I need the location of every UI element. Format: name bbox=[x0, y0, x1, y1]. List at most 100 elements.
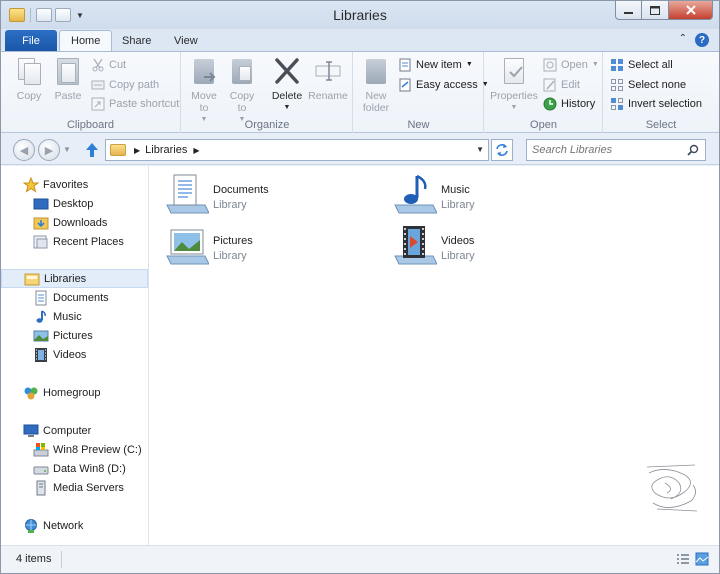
search-box[interactable] bbox=[526, 139, 706, 161]
details-view-icon[interactable] bbox=[676, 552, 690, 566]
delete-dropdown-icon: ▼ bbox=[283, 104, 291, 111]
cut-button[interactable]: Cut bbox=[91, 56, 126, 73]
recent-places-icon bbox=[33, 234, 49, 250]
edit-button[interactable]: Edit bbox=[543, 76, 580, 93]
paste-shortcut-button[interactable]: Paste shortcut bbox=[91, 95, 179, 112]
invert-selection-icon bbox=[610, 97, 624, 111]
nav-drive-c-label: Win8 Preview (C:) bbox=[53, 443, 142, 456]
help-icon[interactable]: ? bbox=[695, 33, 709, 47]
rename-button[interactable]: Rename bbox=[308, 56, 348, 102]
library-type: Library bbox=[441, 199, 475, 211]
open-button[interactable]: Open ▼ bbox=[543, 56, 599, 73]
item-count: 4 items bbox=[16, 553, 52, 565]
delete-button[interactable]: Delete ▼ bbox=[268, 56, 306, 114]
address-bar[interactable]: ▶ Libraries ▶ ▼ bbox=[105, 139, 489, 161]
close-button[interactable] bbox=[669, 1, 713, 20]
library-name: Music bbox=[441, 184, 470, 196]
pictures-library-icon bbox=[165, 224, 210, 266]
back-button[interactable]: ◀ bbox=[13, 139, 35, 161]
library-tile-documents[interactable]: Documents Library bbox=[149, 169, 349, 217]
library-tile-videos[interactable]: Videos Library bbox=[377, 220, 577, 268]
paste-button[interactable]: Paste bbox=[50, 56, 86, 102]
breadcrumb-libraries[interactable]: Libraries bbox=[145, 144, 187, 156]
new-item-button[interactable]: New item ▼ bbox=[398, 56, 473, 73]
move-to-label: Move to bbox=[191, 90, 217, 114]
nav-homegroup[interactable]: Homegroup bbox=[1, 383, 148, 402]
copy-to-button[interactable]: Copy to ▼ bbox=[224, 56, 260, 126]
nav-desktop[interactable]: Desktop bbox=[1, 194, 148, 213]
select-all-button[interactable]: Select all bbox=[610, 56, 673, 73]
nav-libraries[interactable]: Libraries bbox=[1, 269, 148, 288]
easy-access-button[interactable]: Easy access ▼ bbox=[398, 76, 489, 93]
search-input[interactable] bbox=[532, 144, 682, 156]
new-item-icon bbox=[398, 58, 412, 72]
forward-button[interactable]: ▶ bbox=[38, 139, 60, 161]
recent-locations-dropdown-icon[interactable]: ▼ bbox=[63, 145, 71, 154]
up-button[interactable] bbox=[84, 141, 100, 159]
file-list: Documents Library Music Library Pictures… bbox=[149, 166, 719, 546]
breadcrumb-chevron-icon[interactable]: ▶ bbox=[193, 146, 199, 155]
nav-videos-label: Videos bbox=[53, 348, 87, 361]
new-folder-button[interactable]: New folder bbox=[358, 56, 394, 114]
downloads-folder-icon bbox=[33, 215, 49, 231]
move-to-icon bbox=[191, 56, 217, 86]
desktop-icon bbox=[33, 196, 49, 212]
homegroup-icon bbox=[23, 385, 39, 401]
paste-shortcut-label: Paste shortcut bbox=[109, 97, 180, 110]
new-item-label: New item bbox=[416, 58, 462, 71]
open-icon bbox=[543, 58, 557, 72]
large-icons-view-icon[interactable] bbox=[695, 552, 709, 566]
music-note-icon bbox=[33, 309, 49, 325]
library-tile-music[interactable]: Music Library bbox=[377, 169, 577, 217]
nav-favorites[interactable]: Favorites bbox=[1, 175, 148, 194]
search-icon[interactable] bbox=[687, 144, 699, 156]
nav-pictures[interactable]: Pictures bbox=[1, 326, 148, 345]
properties-icon bbox=[501, 56, 527, 86]
refresh-button[interactable] bbox=[491, 139, 513, 161]
history-button[interactable]: History bbox=[543, 95, 595, 112]
copy-path-icon bbox=[91, 78, 105, 92]
rename-label: Rename bbox=[308, 90, 348, 102]
nav-documents[interactable]: Documents bbox=[1, 288, 148, 307]
nav-recent-places[interactable]: Recent Places bbox=[1, 232, 148, 251]
properties-button[interactable]: Properties ▼ bbox=[489, 56, 539, 114]
copy-label: Copy bbox=[16, 90, 42, 102]
nav-network-label: Network bbox=[43, 519, 84, 532]
nav-computer-label: Computer bbox=[43, 424, 92, 437]
invert-selection-button[interactable]: Invert selection bbox=[610, 95, 702, 112]
libraries-icon bbox=[24, 271, 40, 287]
nav-drive-d[interactable]: Data Win8 (D:) bbox=[1, 459, 148, 478]
nav-computer[interactable]: Computer bbox=[1, 421, 148, 440]
cut-label: Cut bbox=[109, 58, 127, 71]
back-arrow-icon: ◀ bbox=[19, 144, 29, 157]
nav-videos[interactable]: Videos bbox=[1, 345, 148, 364]
minimize-button[interactable] bbox=[615, 1, 642, 20]
nav-network[interactable]: Network bbox=[1, 516, 148, 535]
maximize-button[interactable] bbox=[642, 1, 669, 20]
tab-view[interactable]: View bbox=[163, 30, 209, 51]
breadcrumb-chevron-icon[interactable]: ▶ bbox=[134, 146, 140, 155]
nav-drive-d-label: Data Win8 (D:) bbox=[53, 462, 126, 475]
copy-to-label: Copy to bbox=[229, 90, 255, 114]
tab-home[interactable]: Home bbox=[59, 30, 113, 51]
libraries-folder-icon bbox=[110, 144, 126, 156]
select-none-button[interactable]: Select none bbox=[610, 76, 686, 93]
delete-label: Delete bbox=[271, 90, 303, 102]
nav-downloads[interactable]: Downloads bbox=[1, 213, 148, 232]
minimize-ribbon-icon[interactable]: ⌃ bbox=[679, 33, 687, 47]
nav-drive-c[interactable]: Win8 Preview (C:) bbox=[1, 440, 148, 459]
nav-music[interactable]: Music bbox=[1, 307, 148, 326]
copy-button[interactable]: Copy bbox=[11, 56, 47, 102]
select-none-label: Select none bbox=[628, 78, 687, 91]
window-title: Libraries bbox=[333, 7, 387, 23]
address-dropdown-icon[interactable]: ▼ bbox=[476, 145, 484, 154]
move-to-button[interactable]: Move to ▼ bbox=[186, 56, 222, 126]
library-tile-pictures[interactable]: Pictures Library bbox=[149, 220, 349, 268]
ribbon-controls: ⌃ ? bbox=[679, 33, 709, 47]
copy-path-button[interactable]: Copy path bbox=[91, 76, 159, 93]
paste-shortcut-icon bbox=[91, 97, 105, 111]
tab-share[interactable]: Share bbox=[111, 30, 162, 51]
nav-media-servers[interactable]: Media Servers bbox=[1, 478, 148, 497]
select-group: Select all Select none Invert selection … bbox=[604, 52, 718, 134]
tab-file[interactable]: File bbox=[5, 30, 57, 51]
